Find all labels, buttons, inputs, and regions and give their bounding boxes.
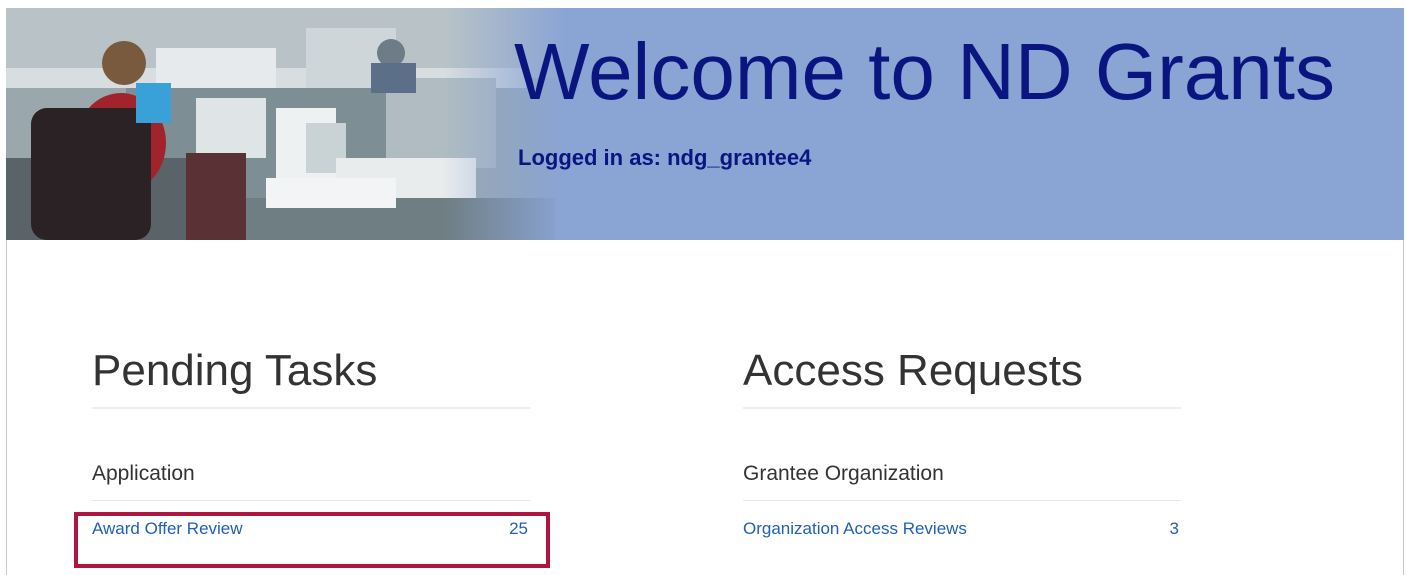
header-banner: Welcome to ND Grants Logged in as: ndg_g…: [6, 8, 1404, 240]
award-offer-review-link[interactable]: Award Offer Review: [92, 519, 243, 539]
access-requests-panel: Access Requests Grantee Organization Org…: [743, 345, 1181, 557]
heading-divider: [92, 407, 530, 409]
organization-access-reviews-link[interactable]: Organization Access Reviews: [743, 519, 967, 539]
award-offer-review-count[interactable]: 25: [509, 519, 530, 539]
organization-access-reviews-count[interactable]: 3: [1170, 519, 1181, 539]
page-title: Welcome to ND Grants: [514, 27, 1335, 116]
category-grantee-organization: Grantee Organization: [743, 462, 944, 485]
logged-in-user: Logged in as: ndg_grantee4: [518, 145, 812, 170]
task-row-organization-access-reviews[interactable]: Organization Access Reviews 3: [743, 501, 1181, 557]
office-photo: [6, 8, 566, 240]
pending-tasks-panel: Pending Tasks Application Award Offer Re…: [92, 345, 530, 557]
heading-divider: [743, 407, 1181, 409]
task-row-award-offer-review[interactable]: Award Offer Review 25: [92, 501, 530, 557]
access-requests-heading: Access Requests: [743, 346, 1083, 395]
pending-tasks-heading: Pending Tasks: [92, 346, 378, 395]
category-application: Application: [92, 462, 195, 485]
